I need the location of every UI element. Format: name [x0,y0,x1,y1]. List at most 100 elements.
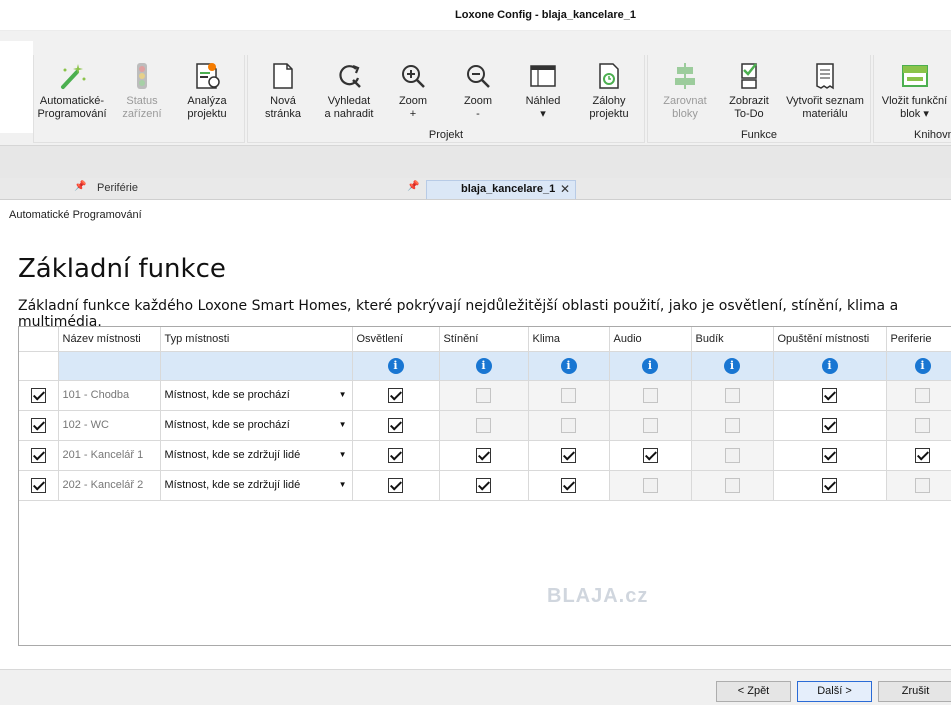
room-name: 101 - Chodba [58,380,161,411]
lighting-cell [352,440,440,471]
traffic-light-icon [137,63,147,89]
dialog-footer: < Zpět Další > Zrušit [0,669,951,705]
periphery-checkbox [915,387,930,403]
info-icon[interactable]: i [560,357,577,374]
info-icon[interactable]: i [821,357,838,374]
climate-checkbox [561,387,576,403]
room-type-dropdown[interactable]: Místnost, kde se zdržují lidé ▼ [160,470,353,501]
project-backups-label: Zálohy projektu [589,95,629,120]
tab-document[interactable]: blaja_kancelare_1 ✕ [426,180,576,199]
show-todo-button[interactable]: Zobrazit To-Do [722,61,776,121]
header-room-type: Typ místnosti [160,327,353,352]
info-cell: i [609,351,692,381]
new-page-button[interactable]: Nová stránka [258,61,308,121]
next-button[interactable]: Další > [797,681,872,702]
rooms-grid: Název místnosti Typ místnosti Osvětlení … [18,326,951,646]
climate-cell [528,470,610,501]
table-row: 202 - Kancelář 2 Místnost, kde se zdržuj… [19,470,951,501]
device-status-button[interactable]: Status zařízení [114,61,170,121]
alarm-cell [691,470,774,501]
lighting-checkbox[interactable] [388,477,403,493]
leaving-checkbox[interactable] [822,447,837,463]
toolbar-strip [0,146,951,178]
info-cell: i [439,351,529,381]
audio-checkbox[interactable] [642,447,658,463]
zoom-out-button[interactable]: Zoom - [458,61,498,121]
room-name: 201 - Kancelář 1 [58,440,161,471]
audio-cell [609,380,692,411]
new-page-label: Nová stránka [264,95,302,120]
dropdown-arrow-icon: ▼ [338,419,347,429]
room-type-dropdown[interactable]: Místnost, kde se zdržují lidé ▼ [160,440,353,471]
dropdown-arrow-icon: ▼ [338,479,347,489]
tab-label: blaja_kancelare_1 [461,183,556,195]
close-icon[interactable]: ✕ [560,182,570,196]
periphery-cell [886,470,951,501]
climate-cell [528,440,610,471]
preview-button[interactable]: Náhled ▾ [520,61,566,121]
climate-checkbox[interactable] [561,477,576,493]
project-backups-button[interactable]: Zálohy projektu [584,61,634,121]
climate-checkbox[interactable] [561,447,576,463]
cancel-button[interactable]: Zrušit [878,681,951,702]
alarm-checkbox [724,447,740,463]
project-analysis-label: Analýza projektu [187,95,227,120]
room-type-dropdown[interactable]: Místnost, kde se prochází ▼ [160,380,353,411]
info-icon[interactable]: i [914,357,931,374]
function-block-icon [901,65,928,87]
back-button[interactable]: < Zpět [716,681,791,702]
shading-cell [439,470,529,501]
info-icon[interactable]: i [387,357,404,374]
insert-function-block-label: Vložit funkční blok ▾ [881,95,948,120]
info-icon[interactable]: i [642,357,658,374]
search-replace-button[interactable]: Vyhledat a nahradit [316,61,382,121]
align-blocks-button[interactable]: Zarovnat bloky [656,61,714,121]
lighting-checkbox[interactable] [388,417,403,433]
preview-label: Náhled ▾ [525,95,561,120]
header-climate: Klima [528,327,610,352]
info-icon[interactable]: i [724,357,740,374]
info-icon[interactable]: i [475,357,492,374]
header-select [19,327,59,352]
row-select-checkbox[interactable] [30,477,46,493]
header-lighting: Osvětlení [352,327,440,352]
leaving-checkbox[interactable] [822,477,837,493]
zoom-in-button[interactable]: Zoom + [393,61,433,121]
row-select-cell [19,440,59,471]
dialog-title: Automatické Programování [9,209,142,221]
row-select-checkbox[interactable] [30,447,46,463]
room-type-dropdown[interactable]: Místnost, kde se prochází ▼ [160,410,353,441]
show-todo-label: Zobrazit To-Do [729,95,769,120]
pin-icon[interactable]: 📌 [407,181,419,192]
leaving-checkbox[interactable] [822,417,837,433]
header-audio: Audio [609,327,692,352]
periphery-panel-title: Periférie [97,182,138,194]
shading-cell [439,440,529,471]
info-cell [160,351,353,381]
row-select-checkbox[interactable] [30,387,46,403]
table-row: 101 - Chodba Místnost, kde se prochází ▼ [19,380,951,411]
leaving-checkbox[interactable] [822,387,837,403]
group-label-knihovna: Knihovn [914,129,951,141]
shading-checkbox[interactable] [476,477,491,493]
watermark: BLAJA.cz [547,585,649,607]
project-analysis-button[interactable]: Analýza projektu [178,61,236,121]
leaving-cell [773,410,887,441]
shading-checkbox[interactable] [476,447,491,463]
pin-icon[interactable]: 📌 [74,181,86,192]
grid-header-row: Název místnosti Typ místnosti Osvětlení … [19,327,951,352]
periphery-checkbox[interactable] [915,447,930,463]
todo-checklist-icon [741,63,757,89]
new-page-icon [273,63,293,89]
material-list-button[interactable]: Vytvořit seznam materiálu [783,61,867,121]
search-replace-label: Vyhledat a nahradit [324,95,374,120]
header-room-name: Název místnosti [58,327,161,352]
row-select-checkbox[interactable] [30,417,46,433]
insert-function-block-button[interactable]: Vložit funkční blok ▾ [878,61,951,121]
room-type-value: Místnost, kde se prochází [164,389,290,401]
auto-programming-button[interactable]: Automatické- Programování [36,61,108,121]
table-row: 201 - Kancelář 1 Místnost, kde se zdržuj… [19,440,951,471]
lighting-checkbox[interactable] [388,387,403,403]
backup-icon [599,63,619,89]
lighting-checkbox[interactable] [388,447,403,463]
